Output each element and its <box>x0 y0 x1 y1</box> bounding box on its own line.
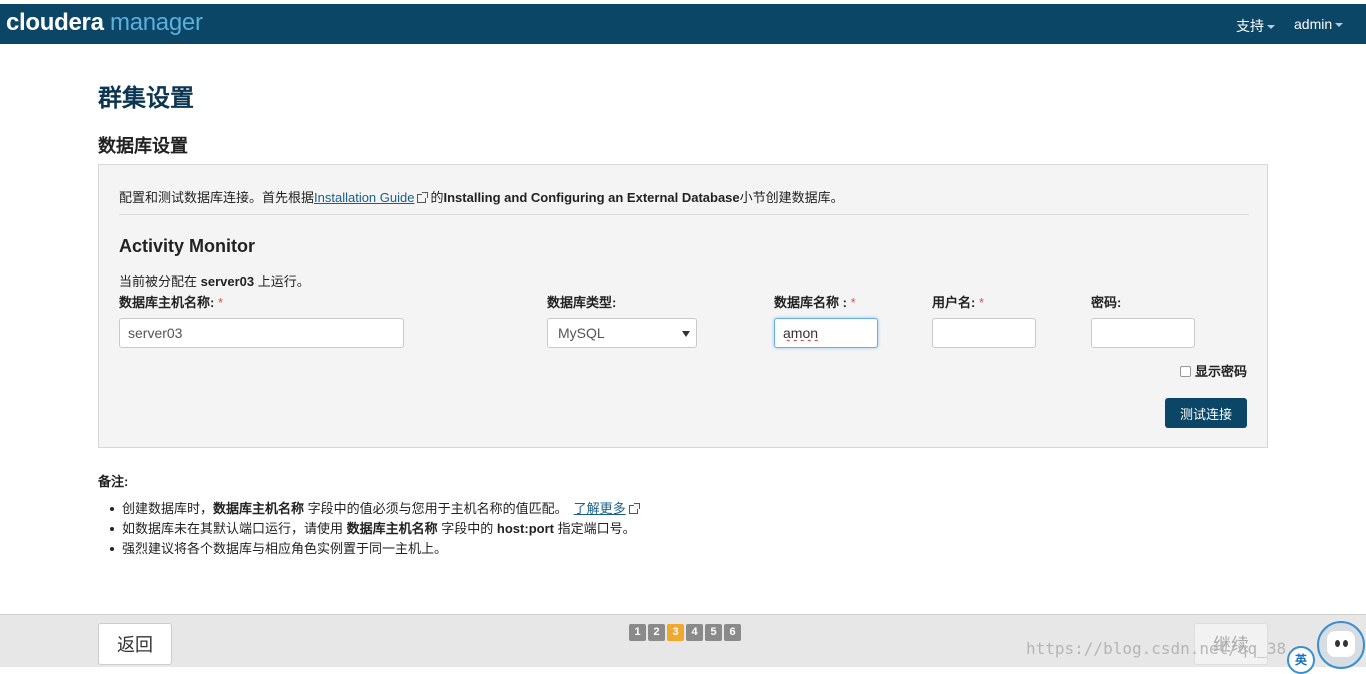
avatar-face <box>1327 631 1355 657</box>
avatar-eye <box>1335 640 1340 647</box>
top-navbar: cloudera manager 支持 admin <box>0 0 1366 44</box>
user-menu[interactable]: admin <box>1294 16 1344 32</box>
external-link-icon <box>628 503 640 514</box>
assigned-host-text: 当前被分配在 server03 上运行。 <box>119 271 310 290</box>
step-indicator: 6 <box>724 624 741 641</box>
wizard-steps: 1 2 3 4 5 6 <box>629 624 741 641</box>
external-link-icon <box>417 192 429 203</box>
back-button[interactable]: 返回 <box>98 623 172 665</box>
role-title: Activity Monitor <box>119 236 256 256</box>
assigned-prefix: 当前被分配在 <box>119 274 198 289</box>
page-title: 群集设置 <box>98 85 194 112</box>
note-bold: host:port <box>496 521 554 536</box>
note-text: 字段中的 <box>441 521 494 536</box>
db-type-value: MySQL <box>558 325 605 341</box>
db-type-label: 数据库类型: <box>547 292 616 311</box>
chevron-down-icon <box>1267 25 1275 30</box>
brand-manager: manager <box>110 9 203 36</box>
db-host-label: 数据库主机名称: * <box>119 292 223 311</box>
step-indicator: 5 <box>705 624 722 641</box>
list-item: 如数据库未在其默认端口运行，请使用 数据库主机名称 字段中的 host:port… <box>108 520 642 540</box>
avatar-eye <box>1343 640 1348 647</box>
password-label-text: 密码: <box>1091 295 1122 310</box>
intro-prefix: 配置和测试数据库连接。首先根据 <box>119 190 315 205</box>
db-name-label-text: 数据库名称 : <box>774 295 847 310</box>
note-text: 如数据库未在其默认端口运行，请使用 <box>122 521 344 536</box>
note-text: 创建数据库时， <box>122 501 214 516</box>
intro-bold-section: Installing and Configuring an External D… <box>443 190 740 205</box>
assistant-avatar-icon[interactable] <box>1317 621 1365 669</box>
chevron-down-icon <box>1335 23 1344 28</box>
password-input[interactable] <box>1091 318 1195 348</box>
required-mark: * <box>978 295 985 310</box>
db-type-label-text: 数据库类型: <box>547 295 617 310</box>
assigned-host: server03 <box>200 274 255 289</box>
learn-more-link[interactable]: 了解更多 <box>574 501 626 516</box>
note-bold: 数据库主机名称 <box>346 521 438 536</box>
step-indicator: 4 <box>686 624 703 641</box>
list-item: 创建数据库时，数据库主机名称 字段中的值必须与您用于主机名称的值匹配。 了解更多 <box>108 500 642 520</box>
brand-cloudera: cloudera <box>6 9 104 36</box>
divider <box>119 214 1249 215</box>
notes-title: 备注: <box>98 474 129 489</box>
password-label: 密码: <box>1091 292 1121 311</box>
intro-suffix: 小节创建数据库。 <box>739 190 844 205</box>
username-label: 用户名: * <box>932 292 984 311</box>
assigned-suffix: 上运行。 <box>257 274 310 289</box>
dropdown-arrow-icon <box>682 331 690 337</box>
list-item: 强烈建议将各个数据库与相应角色实例置于同一主机上。 <box>108 540 642 560</box>
note-text: 字段中的值必须与您用于主机名称的值匹配。 <box>307 501 568 516</box>
username-label-text: 用户名: <box>932 295 976 310</box>
test-connection-button[interactable]: 测试连接 <box>1165 398 1247 428</box>
show-password-label: 显示密码 <box>1194 364 1247 379</box>
note-text: 指定端口号。 <box>557 521 636 536</box>
step-indicator: 1 <box>629 624 646 641</box>
note-text: 强烈建议将各个数据库与相应角色实例置于同一主机上。 <box>122 541 448 556</box>
required-mark: * <box>850 295 856 310</box>
db-host-label-text: 数据库主机名称: <box>119 295 215 310</box>
note-bold: 数据库主机名称 <box>213 501 305 516</box>
checkbox-icon[interactable] <box>1179 366 1191 377</box>
cloudera-manager-logo[interactable]: cloudera manager <box>6 8 203 38</box>
ime-indicator[interactable]: 英 <box>1287 646 1315 674</box>
section-title: 数据库设置 <box>98 136 188 156</box>
show-password-checkbox[interactable]: 显示密码 <box>1179 361 1247 380</box>
required-mark: * <box>217 295 224 310</box>
database-setup-panel: 配置和测试数据库连接。首先根据Installation Guide 的Instal… <box>98 164 1268 448</box>
db-host-input[interactable] <box>119 318 404 348</box>
support-label: 支持 <box>1236 18 1264 34</box>
installation-guide-link[interactable]: Installation Guide <box>314 190 414 205</box>
db-type-select[interactable]: MySQL <box>547 318 697 348</box>
intro-middle: 的 <box>430 190 444 205</box>
username-input[interactable] <box>932 318 1036 348</box>
notes-list: 创建数据库时，数据库主机名称 字段中的值必须与您用于主机名称的值匹配。 了解更多 … <box>108 500 642 560</box>
intro-text: 配置和测试数据库连接。首先根据Installation Guide 的Instal… <box>119 187 844 206</box>
db-name-label: 数据库名称 : * <box>774 292 856 311</box>
user-label: admin <box>1294 16 1333 32</box>
step-indicator-active: 3 <box>667 624 684 641</box>
db-name-input[interactable] <box>774 318 878 348</box>
support-menu[interactable]: 支持 <box>1236 16 1275 36</box>
watermark-text: https://blog.csdn.net/qq_38 <box>1026 639 1287 658</box>
wizard-footer: 返回 1 2 3 4 5 6 继续 https://blog.csdn.net/… <box>0 614 1366 667</box>
step-indicator: 2 <box>648 624 665 641</box>
